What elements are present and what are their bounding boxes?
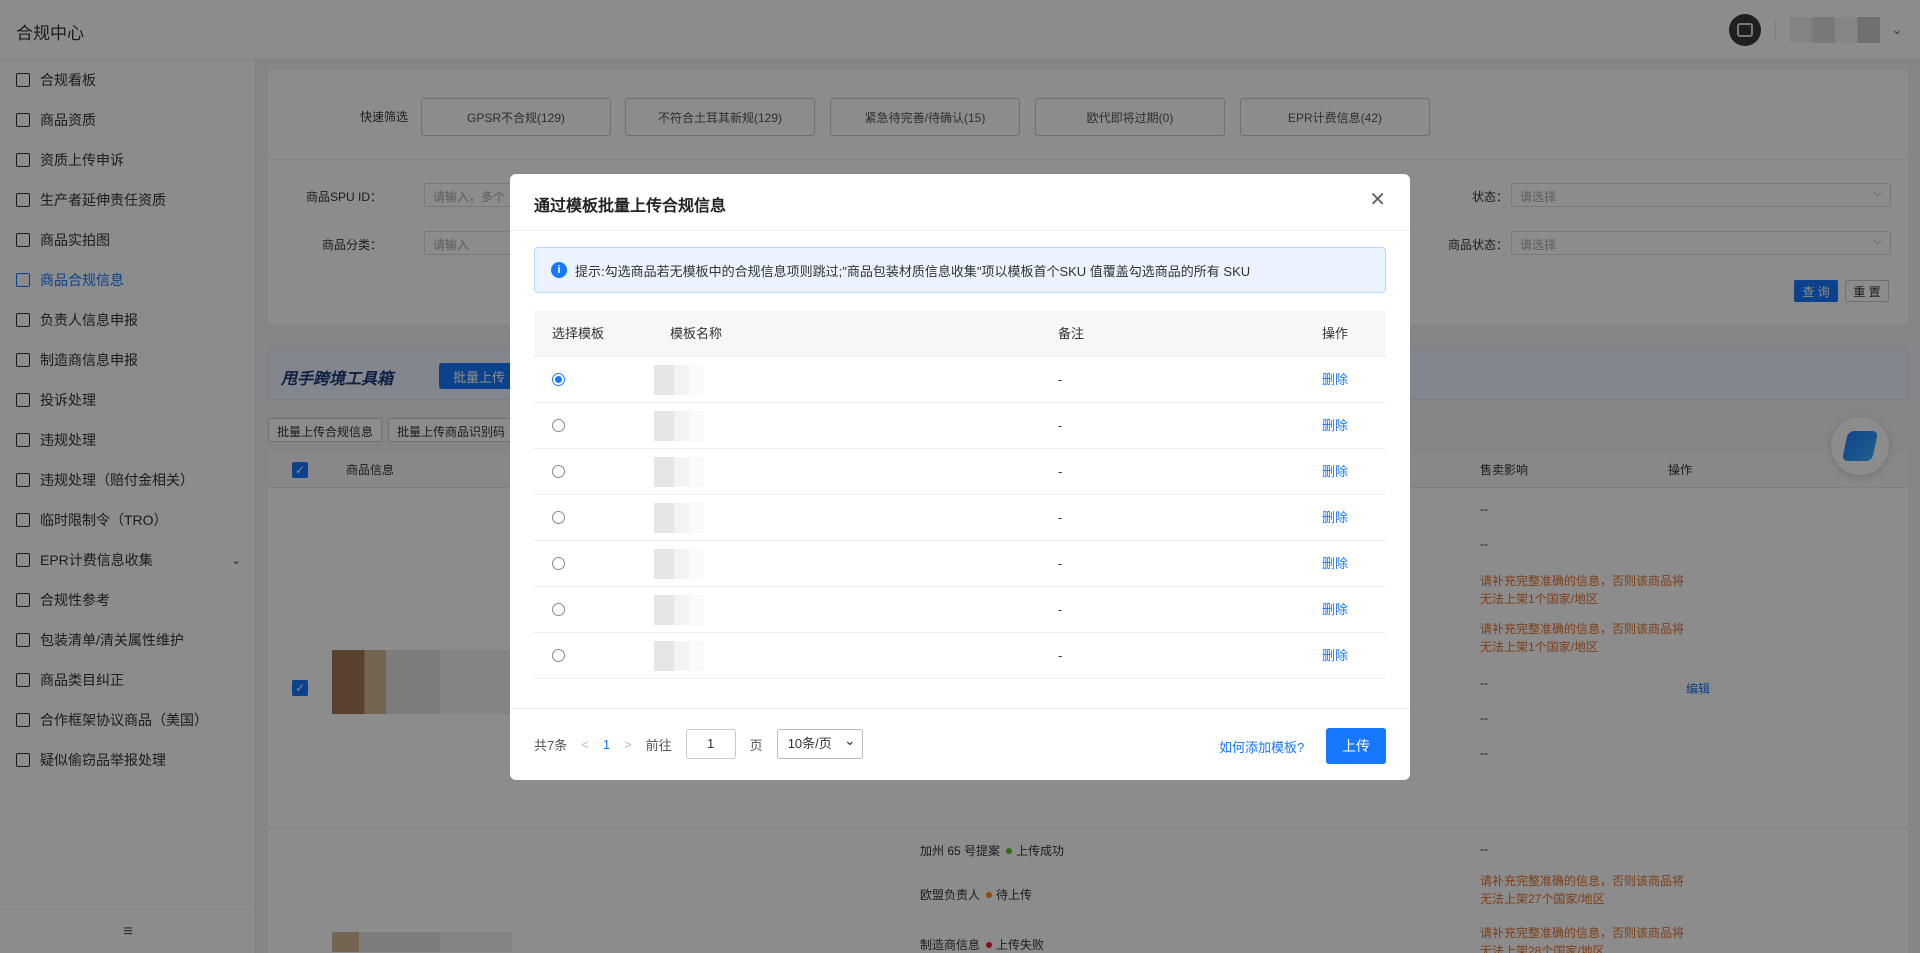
template-name-redacted: [654, 457, 704, 487]
delete-template-link[interactable]: 删除: [1322, 357, 1348, 403]
page-size-select[interactable]: 10条/页: [776, 726, 863, 759]
template-name-redacted: [654, 549, 704, 579]
delete-template-link[interactable]: 删除: [1322, 587, 1348, 633]
header-template-name: 模板名称: [670, 326, 723, 341]
tip-banner: i 提示:勾选商品若无模板中的合规信息项则跳过;"商品包装材质信息收集"项以模板…: [534, 247, 1386, 293]
delete-template-link[interactable]: 删除: [1322, 495, 1348, 541]
next-page-icon[interactable]: >: [624, 737, 632, 752]
template-row: - 删除: [534, 587, 1386, 633]
template-name-redacted: [654, 503, 704, 533]
template-radio[interactable]: [552, 465, 565, 478]
template-row: - 删除: [534, 633, 1386, 679]
template-note: -: [1058, 602, 1063, 617]
batch-upload-template-modal: 通过模板批量上传合规信息 ✕ i 提示:勾选商品若无模板中的合规信息项则跳过;"…: [510, 174, 1410, 780]
template-table-header: 选择模板 模板名称 备注 操作: [534, 311, 1386, 357]
total-count: 共7条: [534, 737, 568, 753]
template-note: -: [1058, 556, 1063, 571]
template-row: - 删除: [534, 541, 1386, 587]
template-name-redacted: [654, 411, 704, 441]
goto-label: 前往: [645, 737, 672, 753]
info-icon: i: [551, 262, 567, 278]
template-radio[interactable]: [552, 649, 565, 662]
page-unit-label: 页: [749, 737, 763, 753]
prev-page-icon[interactable]: <: [581, 737, 589, 752]
template-rows: - 删除 - 删除 - 删除 - 删除 - 删除 - 删除 - 删除: [534, 357, 1386, 679]
template-note: -: [1058, 510, 1063, 525]
header-action: 操作: [1322, 326, 1349, 341]
divider: [510, 708, 1410, 709]
template-row: - 删除: [534, 449, 1386, 495]
modal-title: 通过模板批量上传合规信息: [534, 198, 727, 215]
template-note: -: [1058, 418, 1063, 433]
template-note: -: [1058, 464, 1063, 479]
header-select: 选择模板: [552, 326, 605, 341]
template-name-redacted: [654, 595, 704, 625]
template-row: - 删除: [534, 357, 1386, 403]
close-icon[interactable]: ✕: [1369, 190, 1386, 210]
delete-template-link[interactable]: 删除: [1322, 449, 1348, 495]
tip-text: 提示:勾选商品若无模板中的合规信息项则跳过;"商品包装材质信息收集"项以模板首个…: [575, 263, 1251, 279]
header-note: 备注: [1058, 326, 1085, 341]
page-number[interactable]: 1: [603, 737, 610, 752]
how-to-add-template-link[interactable]: 如何添加模板?: [1219, 737, 1304, 756]
template-name-redacted: [654, 365, 704, 395]
pagination: 共7条 < 1 > 前往 1 页 10条/页: [534, 726, 863, 759]
template-note: -: [1058, 372, 1063, 387]
template-name-redacted: [654, 641, 704, 671]
template-radio[interactable]: [552, 557, 565, 570]
upload-button[interactable]: 上传: [1326, 728, 1386, 764]
template-note: -: [1058, 648, 1063, 663]
divider: [510, 230, 1410, 231]
template-radio[interactable]: [552, 419, 565, 432]
template-table: 选择模板 模板名称 备注 操作 - 删除 - 删除 - 删除 - 删除 - 删除 - 删除 - 删除: [534, 311, 1386, 679]
template-row: - 删除: [534, 495, 1386, 541]
template-radio[interactable]: [552, 373, 565, 386]
template-row: - 删除: [534, 403, 1386, 449]
delete-template-link[interactable]: 删除: [1322, 541, 1348, 587]
goto-page-input[interactable]: 1: [685, 729, 736, 759]
delete-template-link[interactable]: 删除: [1322, 633, 1348, 679]
template-radio[interactable]: [552, 603, 565, 616]
template-radio[interactable]: [552, 511, 565, 524]
delete-template-link[interactable]: 删除: [1322, 403, 1348, 449]
